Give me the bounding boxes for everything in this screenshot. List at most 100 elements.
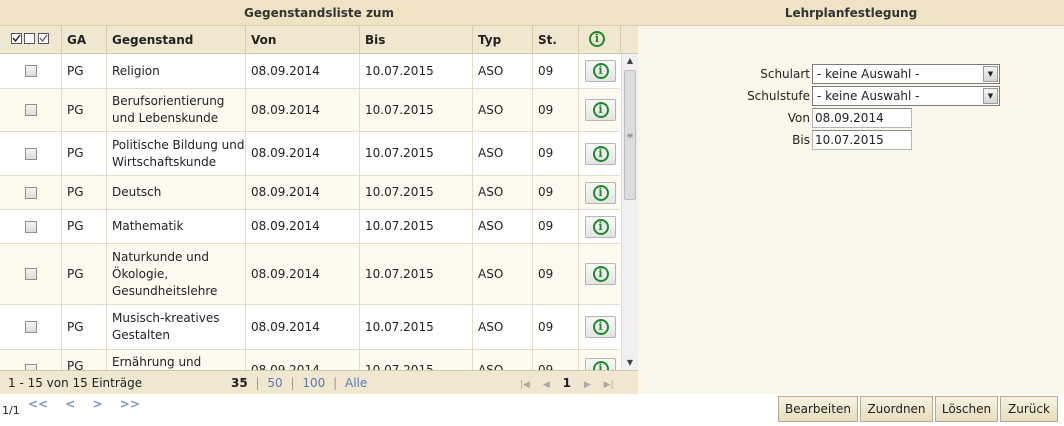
page-size-selector: 35 | 50 | 100 | Alle [231,376,368,390]
curriculum-panel: Lehrplanfestlegung Schulart - keine Ausw… [638,0,1064,394]
cell-gegenstand: Berufsorientierung und Lebenskunde [107,89,246,131]
cell-st: 09 [533,54,579,88]
cell-st: 09 [533,176,579,209]
scroll-down-icon[interactable]: ▼ [622,356,638,370]
table-row[interactable]: PG Berufsorientierung und Lebenskunde 08… [0,89,620,132]
table-row[interactable]: PG Naturkunde und Ökologie, Gesundheitsl… [0,244,620,305]
row-checkbox[interactable] [24,186,37,199]
bearbeiten-button[interactable]: Bearbeiten [778,396,858,422]
cell-ga: PG [62,89,107,131]
cell-typ: ASO [473,350,533,370]
row-checkbox[interactable] [24,65,37,77]
cell-bis: 10.07.2015 [360,132,473,175]
info-icon: i [592,266,609,282]
last-page-icon[interactable]: ▶| [604,380,614,390]
page-size-100[interactable]: 100 [302,376,325,390]
zuordnen-button[interactable]: Zuordnen [860,396,933,422]
cell-ga: PG [62,350,107,370]
info-icon: i [589,31,605,47]
row-checkbox[interactable] [24,147,37,160]
scrollbar-thumb[interactable]: ≡ [624,70,636,200]
column-info: i [579,26,621,54]
cell-typ: ASO [473,132,533,175]
schulstufe-select[interactable]: - keine Auswahl - ▼ [812,86,1000,106]
subject-list-panel: Gegenstandsliste zum GA Gegenstand Von B… [0,0,638,414]
next-page-icon[interactable]: ▶ [584,380,591,390]
cell-typ: ASO [473,210,533,243]
scroll-up-icon[interactable]: ▲ [622,54,638,68]
column-typ[interactable]: Typ [473,26,533,54]
column-gegenstand[interactable]: Gegenstand [107,26,246,54]
row-checkbox[interactable] [24,104,37,116]
info-button[interactable]: i [585,358,616,370]
cell-bis: 10.07.2015 [360,210,473,243]
cell-bis: 10.07.2015 [360,54,473,88]
table-row[interactable]: PG Politische Bildung und Wirtschaftskun… [0,132,620,176]
page-size-all[interactable]: Alle [345,376,367,390]
row-checkbox[interactable] [24,321,37,333]
cell-bis: 10.07.2015 [360,176,473,209]
cell-von: 08.09.2014 [246,132,360,175]
checkbox-select-all-icon[interactable] [11,33,51,47]
zurueck-button[interactable]: Zurück [1000,396,1058,422]
table-row[interactable]: PG Ernährung und 08.09.2014 10.07.2015 A… [0,350,620,370]
next-record-icon[interactable]: > [93,397,103,411]
table-row[interactable]: PG Deutsch 08.09.2014 10.07.2015 ASO 09 … [0,176,620,210]
cell-ga: PG [62,132,107,175]
subject-list-title: Gegenstandsliste zum [0,0,638,26]
table-body: PG Religion 08.09.2014 10.07.2015 ASO 09… [0,54,620,370]
record-navigation: << < > >> [28,397,153,411]
table-pager: 1 - 15 von 15 Einträge 35 | 50 | 100 | A… [0,370,638,414]
row-checkbox[interactable] [24,220,37,233]
cell-ga: PG [62,305,107,349]
info-icon: i [592,145,609,162]
cell-typ: ASO [473,176,533,209]
footer: 1/1 << < > >> Bearbeiten Zuordnen Lösche… [0,394,1064,426]
loeschen-button[interactable]: Löschen [935,396,998,422]
info-icon: i [592,63,609,79]
page-size-35[interactable]: 35 [231,376,248,390]
info-button[interactable]: i [585,316,616,338]
column-bis[interactable]: Bis [360,26,473,54]
column-st[interactable]: St. [533,26,579,54]
column-ga[interactable]: GA [62,26,107,54]
von-input[interactable]: 08.09.2014 [812,108,912,128]
cell-von: 08.09.2014 [246,54,360,88]
cell-von: 08.09.2014 [246,210,360,243]
cell-gegenstand: Naturkunde und Ökologie, Gesundheitslehr… [107,244,246,304]
row-checkbox[interactable] [24,268,37,280]
last-record-icon[interactable]: >> [120,397,140,411]
info-button[interactable]: i [585,142,616,165]
table-scrollbar[interactable]: ▲ ≡ ▼ [621,54,638,370]
page-size-50[interactable]: 50 [267,376,282,390]
cell-ga: PG [62,176,107,209]
table-header: GA Gegenstand Von Bis Typ St. i [0,26,638,54]
info-button[interactable]: i [585,181,616,204]
schulart-select[interactable]: - keine Auswahl - ▼ [812,64,1000,84]
cell-ga: PG [62,210,107,243]
von-label: Von [787,111,810,125]
cell-typ: ASO [473,244,533,304]
cell-gegenstand: Deutsch [107,176,246,209]
schulstufe-label: Schulstufe [747,89,810,103]
bis-input[interactable]: 10.07.2015 [812,130,912,150]
bis-label: Bis [792,133,810,147]
first-record-icon[interactable]: << [28,397,48,411]
table-row[interactable]: PG Mathematik 08.09.2014 10.07.2015 ASO … [0,210,620,244]
prev-record-icon[interactable]: < [65,397,75,411]
cell-bis: 10.07.2015 [360,244,473,304]
info-button[interactable]: i [585,263,616,285]
info-button[interactable]: i [585,99,616,121]
table-row[interactable]: PG Musisch-kreatives Gestalten 08.09.201… [0,305,620,350]
prev-page-icon[interactable]: ◀ [543,380,550,390]
info-icon: i [592,218,609,235]
table-row[interactable]: PG Religion 08.09.2014 10.07.2015 ASO 09… [0,54,620,89]
select-all-header[interactable] [0,26,62,54]
current-page: 1 [562,376,571,390]
column-von[interactable]: Von [246,26,360,54]
info-button[interactable]: i [585,60,616,82]
cell-gegenstand: Religion [107,54,246,88]
first-page-icon[interactable]: |◀ [520,380,530,390]
cell-typ: ASO [473,89,533,131]
info-button[interactable]: i [585,215,616,238]
